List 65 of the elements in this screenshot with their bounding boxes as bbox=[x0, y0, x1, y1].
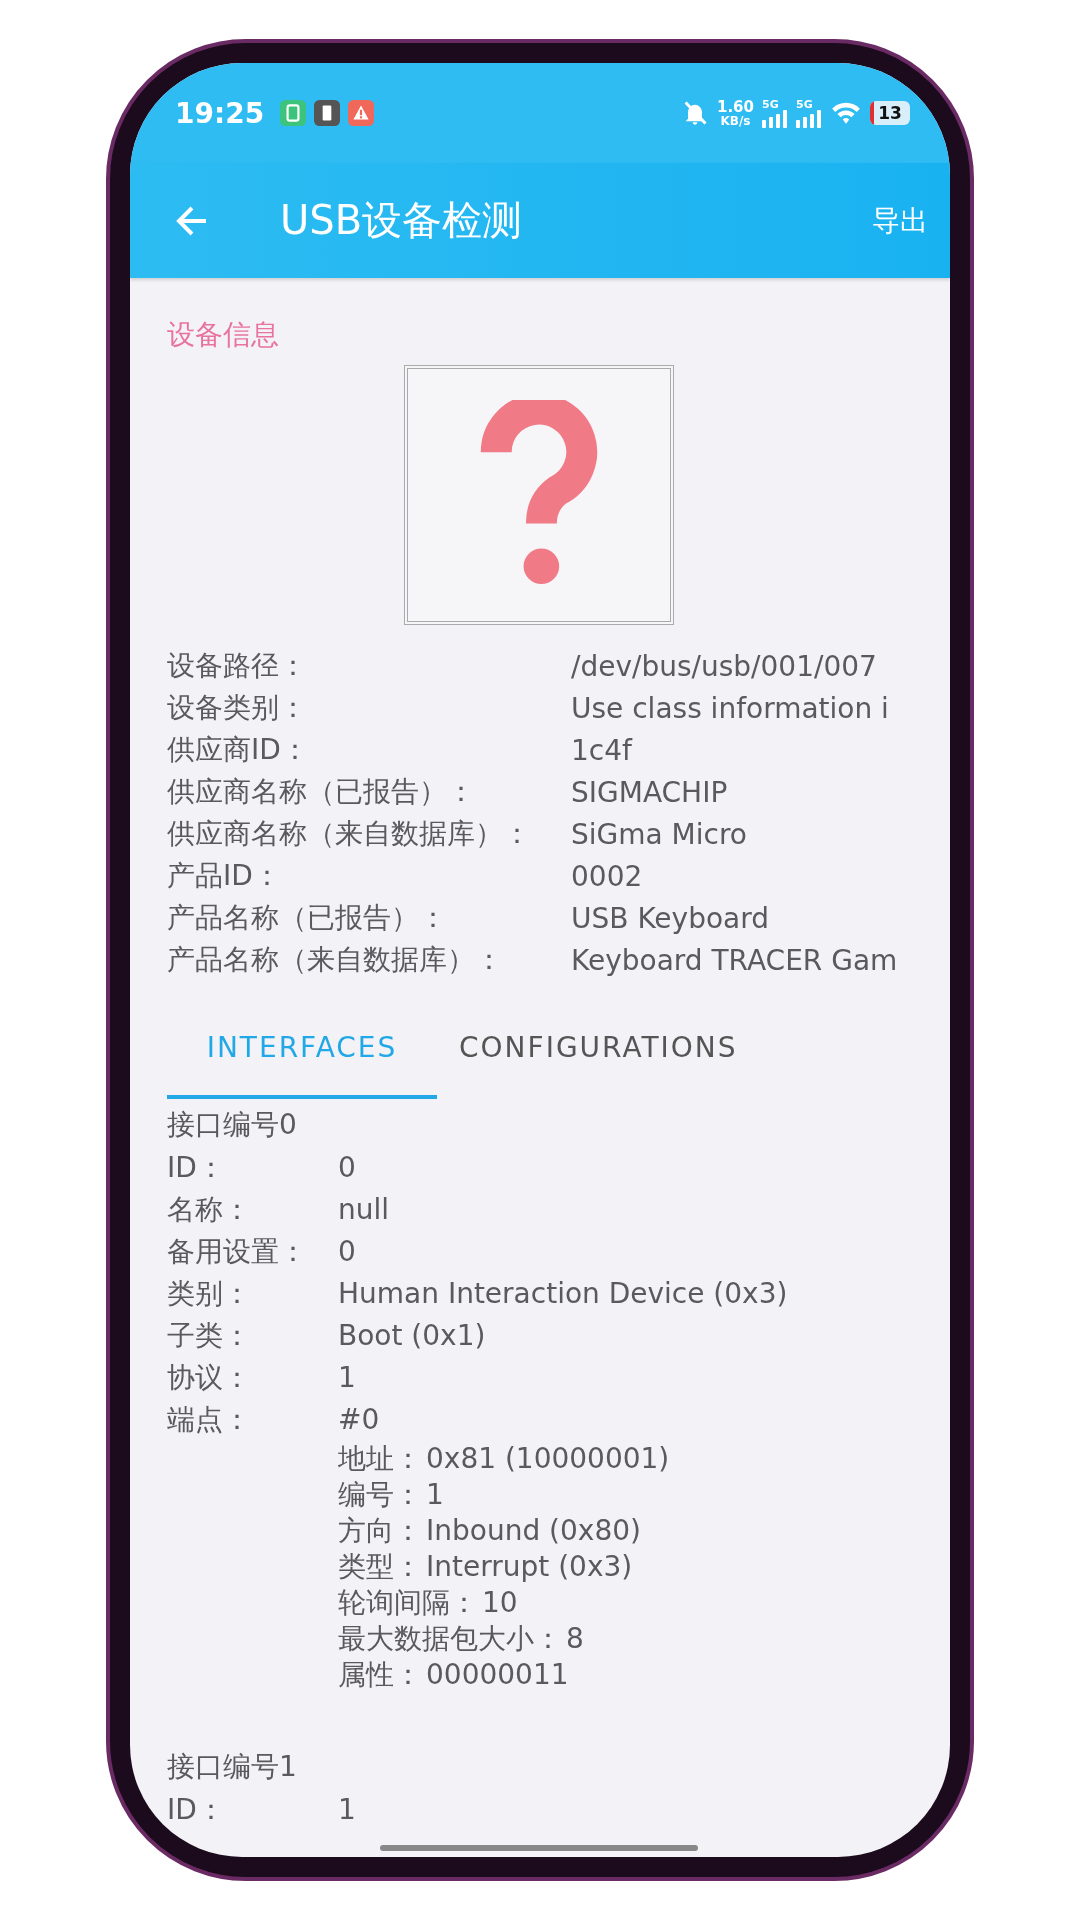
tab[interactable]: INTERFACES bbox=[167, 999, 437, 1099]
field-value: 1 bbox=[338, 1792, 356, 1828]
interface-title: 接口编号0 bbox=[167, 1107, 298, 1143]
field-label: 供应商名称（来自数据库）： bbox=[167, 816, 532, 852]
phone-notification-icon bbox=[314, 100, 341, 126]
tab[interactable]: CONFIGURATIONS bbox=[437, 999, 760, 1099]
export-button[interactable]: 导出 bbox=[872, 201, 928, 240]
field-label: ID： bbox=[167, 1150, 226, 1186]
field-value: Human Interaction Device (0x3) bbox=[338, 1276, 788, 1312]
field-label: 供应商名称（已报告）： bbox=[167, 774, 476, 810]
field-label: 设备路径： bbox=[167, 648, 308, 684]
signal-icon bbox=[762, 109, 788, 128]
field-label: 轮询间隔： bbox=[338, 1585, 478, 1621]
field-value: USB Keyboard bbox=[571, 901, 769, 935]
field-label: 产品ID： bbox=[167, 858, 282, 894]
field-value: Boot (0x1) bbox=[338, 1318, 486, 1354]
field-label: 方向： bbox=[338, 1513, 422, 1549]
field-value: /dev/bus/usb/001/007 bbox=[571, 649, 877, 683]
field-label: 地址： bbox=[338, 1441, 422, 1477]
field-value: Keyboard TRACER Gam bbox=[571, 943, 898, 977]
field-label: 产品名称（来自数据库）： bbox=[167, 942, 504, 978]
section-heading: 设备信息 bbox=[167, 317, 280, 353]
interface-title: 接口编号1 bbox=[167, 1749, 298, 1785]
field-label: 最大数据包大小： bbox=[338, 1621, 562, 1657]
field-value: 0002 bbox=[571, 859, 643, 893]
network-speed: 1.60 bbox=[717, 99, 754, 115]
network-type: 5G bbox=[796, 98, 813, 110]
field-label: 属性： bbox=[338, 1657, 422, 1693]
field-value: 1 bbox=[338, 1360, 356, 1396]
network-speed-unit: KB/s bbox=[720, 114, 751, 127]
field-label: 端点： bbox=[167, 1402, 252, 1438]
field-label: 编号： bbox=[338, 1477, 422, 1513]
page-title: USB设备检测 bbox=[280, 196, 524, 245]
field-value: null bbox=[338, 1192, 390, 1228]
field-value: 0 bbox=[338, 1150, 356, 1186]
status-time: 19:25 bbox=[175, 96, 265, 130]
field-value: SiGma Micro bbox=[571, 817, 747, 851]
field-value: 1 bbox=[426, 1477, 444, 1513]
field-label: ID： bbox=[167, 1792, 226, 1828]
field-label: 协议： bbox=[167, 1360, 252, 1396]
field-value: Inbound (0x80) bbox=[426, 1513, 641, 1549]
field-value: Use class information i bbox=[571, 691, 889, 725]
battery-level: 13 bbox=[878, 103, 902, 123]
field-label: 设备类别： bbox=[167, 690, 308, 726]
field-label: 类别： bbox=[167, 1276, 252, 1312]
wifi-icon bbox=[830, 100, 862, 126]
field-label: 备用设置： bbox=[167, 1234, 308, 1270]
field-label: 供应商ID： bbox=[167, 732, 310, 768]
endpoint-title: #0 bbox=[338, 1402, 381, 1438]
field-label: 类型： bbox=[338, 1549, 422, 1585]
field-label: 子类： bbox=[167, 1318, 252, 1354]
field-label: 名称： bbox=[167, 1192, 252, 1228]
warning-icon bbox=[348, 100, 375, 126]
signal-icon bbox=[796, 109, 822, 128]
app-notification-icon bbox=[280, 100, 307, 126]
field-value: 00000011 bbox=[426, 1657, 569, 1693]
network-type: 5G bbox=[762, 98, 779, 110]
field-value: 10 bbox=[482, 1585, 518, 1621]
field-value: 0x81 (10000001) bbox=[426, 1441, 670, 1477]
field-value: 8 bbox=[566, 1621, 584, 1657]
field-value: Interrupt (0x3) bbox=[426, 1549, 633, 1585]
field-value: SIGMACHIP bbox=[571, 775, 728, 809]
field-value: 1c4f bbox=[571, 733, 632, 767]
field-value: 0 bbox=[338, 1234, 356, 1270]
field-label: 产品名称（已报告）： bbox=[167, 900, 448, 936]
